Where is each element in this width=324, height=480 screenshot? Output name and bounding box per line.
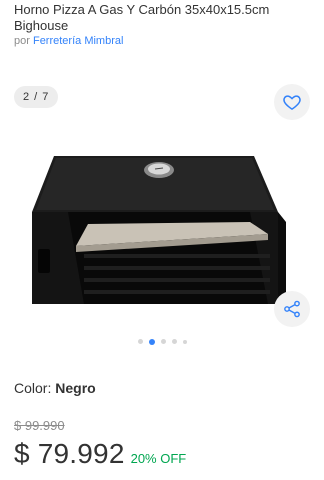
pagination-dot-active[interactable] bbox=[148, 338, 155, 345]
seller-prefix: por bbox=[14, 35, 30, 47]
product-title: Horno Pizza A Gas Y Carbón 35x40x15.5cm … bbox=[14, 2, 270, 33]
color-label: Color: bbox=[14, 380, 52, 396]
discount-badge: 20% OFF bbox=[130, 451, 187, 466]
seller-link[interactable]: Ferretería Mimbral bbox=[33, 35, 123, 47]
product-image bbox=[32, 156, 286, 304]
color-value: Negro bbox=[55, 380, 96, 396]
seller-line: por Ferretería Mimbral bbox=[14, 35, 314, 47]
product-gallery[interactable]: 2 / 7 bbox=[0, 64, 324, 364]
current-price: $ 79.992 bbox=[14, 438, 125, 469]
pagination-dot[interactable] bbox=[182, 339, 187, 344]
pagination-dot[interactable] bbox=[171, 339, 177, 344]
original-price: $ 99.990 bbox=[14, 418, 65, 433]
price-row: $ 79.992 20% OFF bbox=[14, 438, 186, 470]
product-header: Horno Pizza A Gas Y Carbón 35x40x15.5cm … bbox=[14, 2, 314, 47]
pagination-dot[interactable] bbox=[160, 339, 166, 344]
share-icon bbox=[284, 300, 300, 318]
color-variant[interactable]: Color: Negro bbox=[14, 380, 96, 396]
gallery-pagination bbox=[0, 338, 324, 345]
share-button[interactable] bbox=[274, 291, 310, 327]
pagination-dot[interactable] bbox=[137, 339, 143, 344]
